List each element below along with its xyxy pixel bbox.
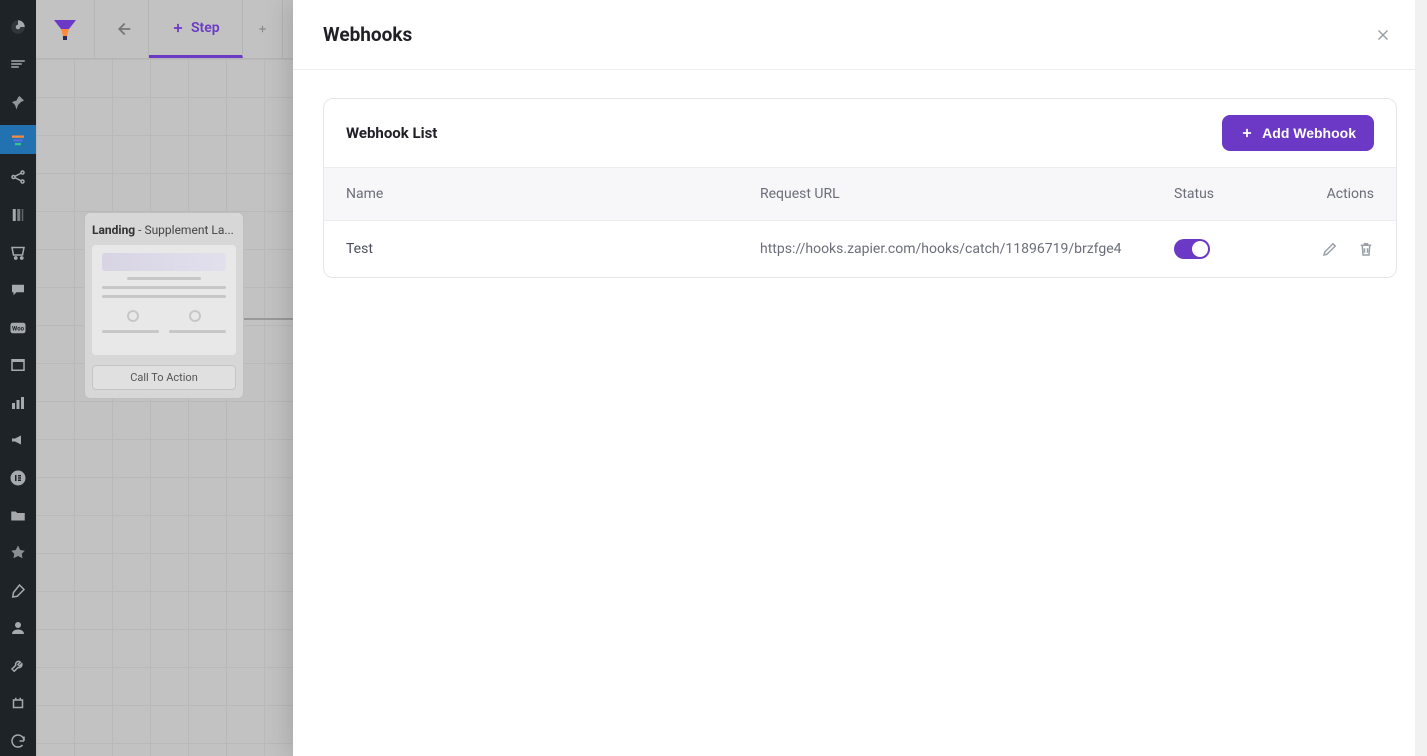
admin-sidebar: Woo bbox=[0, 0, 36, 756]
admin-item-flows[interactable] bbox=[0, 50, 36, 80]
close-icon bbox=[1374, 26, 1392, 44]
add-webhook-label: Add Webhook bbox=[1262, 125, 1356, 141]
col-header-actions: Actions bbox=[1320, 186, 1374, 202]
tab-home[interactable] bbox=[36, 0, 95, 58]
admin-item-pin2[interactable] bbox=[0, 538, 36, 568]
admin-item-user[interactable] bbox=[0, 614, 36, 644]
status-toggle[interactable] bbox=[1174, 239, 1210, 259]
cell-url: https://hooks.zapier.com/hooks/catch/118… bbox=[760, 239, 1174, 259]
col-header-url: Request URL bbox=[760, 186, 1174, 202]
card-header: Webhook List Add Webhook bbox=[324, 99, 1396, 168]
admin-item-archive[interactable] bbox=[0, 350, 36, 380]
admin-item-cart[interactable] bbox=[0, 238, 36, 268]
cell-name: Test bbox=[346, 241, 760, 257]
admin-item-share[interactable] bbox=[0, 162, 36, 192]
drawer-body: Webhook List Add Webhook Name Request UR… bbox=[293, 70, 1427, 756]
scrollbar[interactable] bbox=[1415, 0, 1427, 756]
node-title: Landing - Supplement La... bbox=[92, 223, 236, 237]
arrow-left-icon bbox=[111, 18, 133, 40]
funnel-icon bbox=[50, 14, 80, 44]
admin-item-library[interactable] bbox=[0, 200, 36, 230]
trash-icon bbox=[1357, 240, 1375, 258]
admin-item-elementor[interactable] bbox=[0, 463, 36, 493]
admin-item-folder[interactable] bbox=[0, 501, 36, 531]
admin-item-plugin[interactable] bbox=[0, 689, 36, 719]
node-cta-button[interactable]: Call To Action bbox=[92, 365, 236, 390]
admin-item-analytics[interactable] bbox=[0, 388, 36, 418]
admin-item-funnels[interactable] bbox=[0, 125, 36, 155]
tab-step-label: Step bbox=[191, 20, 220, 36]
delete-button[interactable] bbox=[1356, 239, 1376, 259]
admin-item-announce[interactable] bbox=[0, 426, 36, 456]
add-webhook-button[interactable]: Add Webhook bbox=[1222, 115, 1374, 151]
plus-icon bbox=[171, 21, 185, 35]
tab-step[interactable]: Step bbox=[149, 0, 243, 58]
admin-item-tools[interactable] bbox=[0, 651, 36, 681]
admin-item-brush[interactable] bbox=[0, 576, 36, 606]
node-card-landing[interactable]: Landing - Supplement La... Call To Actio… bbox=[84, 212, 244, 399]
close-button[interactable] bbox=[1369, 21, 1397, 49]
admin-item-refresh[interactable] bbox=[0, 726, 36, 756]
drawer-header: Webhooks bbox=[293, 0, 1427, 70]
back-button[interactable] bbox=[95, 0, 149, 58]
admin-item-comments[interactable] bbox=[0, 275, 36, 305]
cell-actions bbox=[1320, 239, 1376, 259]
svg-text:Woo: Woo bbox=[12, 325, 25, 332]
app-root: Woo bbox=[0, 0, 1427, 756]
card-title: Webhook List bbox=[346, 124, 437, 142]
node-thumbnail bbox=[92, 245, 236, 355]
edit-button[interactable] bbox=[1320, 239, 1340, 259]
plus-icon bbox=[257, 22, 268, 36]
drawer-title: Webhooks bbox=[323, 23, 412, 46]
admin-item-woo[interactable]: Woo bbox=[0, 313, 36, 343]
col-header-status: Status bbox=[1174, 186, 1320, 202]
admin-item-dashboard[interactable] bbox=[0, 12, 36, 42]
plus-icon bbox=[1240, 126, 1254, 140]
admin-item-pin[interactable] bbox=[0, 87, 36, 117]
pencil-icon bbox=[1321, 240, 1339, 258]
cell-status bbox=[1174, 239, 1320, 259]
table-header: Name Request URL Status Actions bbox=[324, 168, 1396, 221]
table-row: Test https://hooks.zapier.com/hooks/catc… bbox=[324, 221, 1396, 277]
col-header-name: Name bbox=[346, 186, 760, 202]
webhooks-drawer: Webhooks Webhook List Add Webhook Name R… bbox=[293, 0, 1427, 756]
tab-add[interactable] bbox=[243, 0, 283, 58]
webhook-list-card: Webhook List Add Webhook Name Request UR… bbox=[323, 98, 1397, 278]
